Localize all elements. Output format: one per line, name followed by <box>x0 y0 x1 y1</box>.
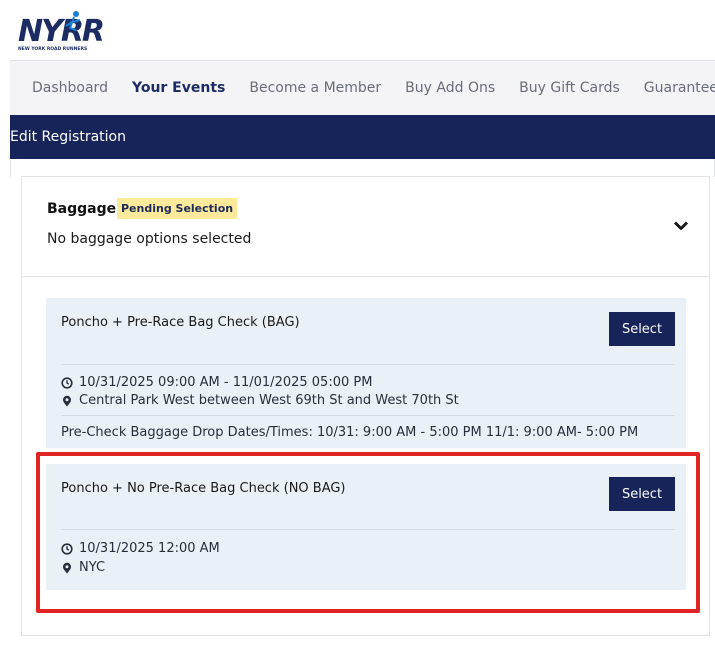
site-header: NYRR NEW YORK ROAD RUNNERS <box>0 0 715 60</box>
baggage-option-bag: Poncho + Pre-Race Bag Check (BAG) Select… <box>46 298 686 448</box>
nav-item-your-events[interactable]: Your Events <box>132 80 225 96</box>
nyrr-logo[interactable]: NYRR NEW YORK ROAD RUNNERS <box>18 8 144 52</box>
logo-subtext: NEW YORK ROAD RUNNERS <box>18 46 87 52</box>
option-location-row: Central Park West between West 69th St a… <box>61 393 459 408</box>
divider <box>61 415 675 416</box>
nav-item-buy-gift-cards[interactable]: Buy Gift Cards <box>519 80 620 96</box>
nav-item-become-member[interactable]: Become a Member <box>249 80 381 96</box>
chevron-down-icon[interactable] <box>674 221 688 231</box>
edit-registration-bar: Edit Registration <box>10 115 715 159</box>
baggage-title: Baggage <box>47 201 117 217</box>
nyrr-logo-mark: NYRR NEW YORK ROAD RUNNERS <box>18 11 105 52</box>
page-title: Edit Registration <box>10 129 126 145</box>
divider <box>61 364 675 365</box>
clock-icon <box>61 376 73 389</box>
logo-text: NYRR <box>18 14 103 49</box>
option-location: Central Park West between West 69th St a… <box>79 393 459 408</box>
map-pin-icon <box>63 395 71 406</box>
nav-item-dashboard[interactable]: Dashboard <box>32 80 108 96</box>
baggage-accordion-header[interactable]: Baggage Pending Selection No baggage opt… <box>22 177 709 277</box>
status-badge: Pending Selection <box>117 198 238 219</box>
option-note: Pre-Check Baggage Drop Dates/Times: 10/3… <box>61 425 639 440</box>
panel-edge <box>10 159 715 177</box>
baggage-status-text: No baggage options selected <box>47 231 252 247</box>
main-nav: Dashboard Your Events Become a Member Bu… <box>10 60 715 115</box>
highlight-box <box>36 452 700 613</box>
option-title: Poncho + Pre-Race Bag Check (BAG) <box>61 315 300 330</box>
option-datetime: 10/31/2025 09:00 AM - 11/01/2025 05:00 P… <box>79 375 373 390</box>
option-datetime-row: 10/31/2025 09:00 AM - 11/01/2025 05:00 P… <box>61 375 372 390</box>
select-bag-button[interactable]: Select <box>609 312 675 346</box>
nav-item-buy-add-ons[interactable]: Buy Add Ons <box>405 80 495 96</box>
nav-item-guaranteed-entry[interactable]: Guaranteed Ent <box>644 80 715 96</box>
